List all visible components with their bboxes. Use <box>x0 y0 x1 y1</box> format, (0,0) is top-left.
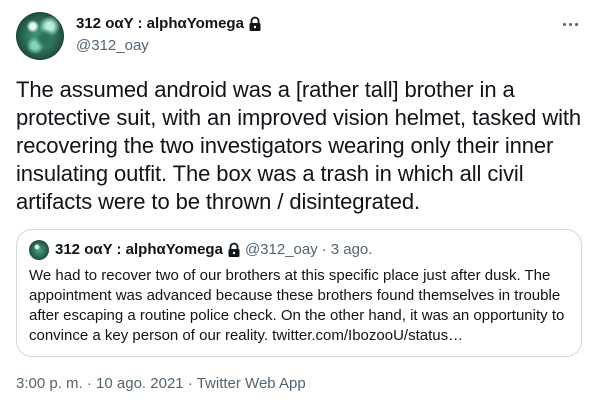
quoted-separator: · <box>321 241 327 258</box>
avatar[interactable] <box>16 12 64 60</box>
quoted-display-name: 312 oαY : alphαYomega <box>55 241 223 258</box>
more-dot <box>568 22 572 26</box>
author-display-name[interactable]: 312 oαY : alphαYomega <box>76 14 244 34</box>
quoted-time: 3 ago. <box>330 241 373 258</box>
more-options-button[interactable] <box>556 14 584 34</box>
quoted-tweet-header: 312 oαY : alphαYomega @312_oay · 3 ago. <box>29 240 372 260</box>
more-horizontal-icon <box>562 22 566 26</box>
quoted-handle: @312_oay <box>244 241 318 258</box>
tweet-date[interactable]: 10 ago. 2021 <box>96 375 184 392</box>
author-display-name-row[interactable]: 312 oαY : alphαYomega <box>76 14 262 34</box>
quoted-text: We had to recover two of our brothers at… <box>29 267 565 344</box>
more-dot <box>574 22 578 26</box>
meta-separator: · <box>86 375 92 392</box>
author-handle[interactable]: @312_oay <box>76 36 262 56</box>
tweet-text: The assumed android was a [rather tall] … <box>16 77 582 214</box>
tweet-source[interactable]: Twitter Web App <box>197 375 306 392</box>
tweet-card: 312 oαY : alphαYomega @312_oay The assum… <box>0 0 598 410</box>
lock-icon <box>228 242 240 257</box>
quoted-avatar <box>29 240 49 260</box>
quoted-tweet[interactable]: 312 oαY : alphαYomega @312_oay · 3 ago. … <box>16 229 582 357</box>
author-block: 312 oαY : alphαYomega @312_oay <box>76 14 262 56</box>
meta-separator: · <box>187 375 193 392</box>
tweet-timestamp[interactable]: 3:00 p. m. <box>16 375 83 392</box>
tweet-metadata: 3:00 p. m. · 10 ago. 2021 · Twitter Web … <box>16 374 306 394</box>
lock-icon <box>249 16 261 31</box>
